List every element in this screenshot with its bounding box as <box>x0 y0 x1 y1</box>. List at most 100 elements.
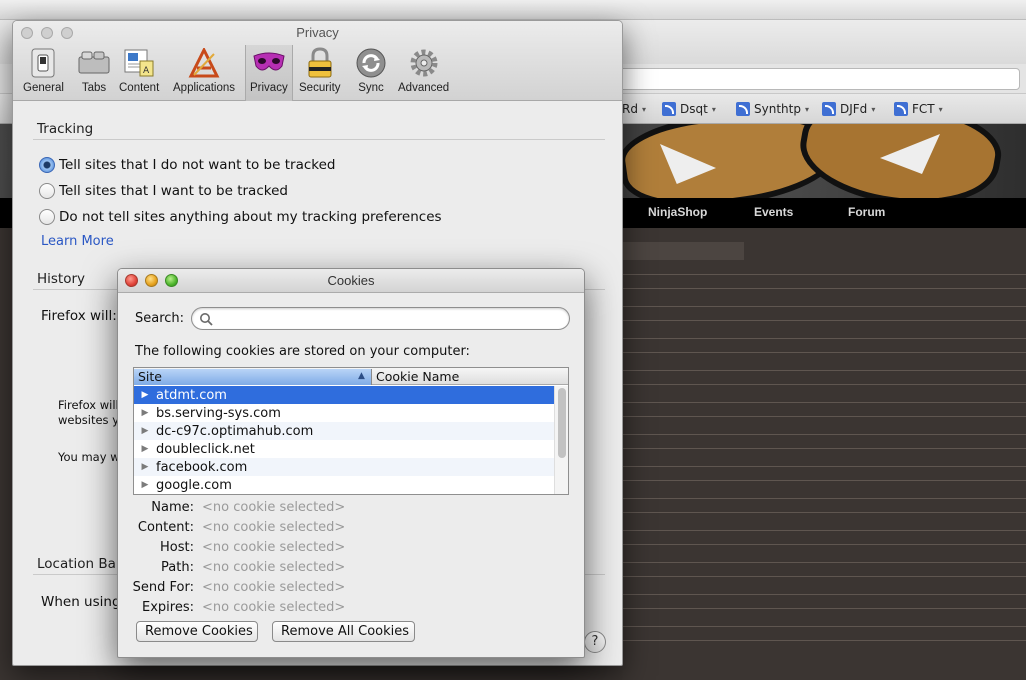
chevron-down-icon: ▾ <box>804 104 809 114</box>
firefox-will-label: Firefox will: <box>41 308 117 324</box>
tab-label: Privacy <box>250 82 288 94</box>
tab-content[interactable]: A Content <box>119 47 159 94</box>
search-field[interactable] <box>191 307 570 330</box>
help-button[interactable]: ? <box>584 631 606 653</box>
table-row[interactable]: ▶ bs.serving-sys.com <box>134 404 554 422</box>
radio-track[interactable]: Tell sites that I want to be tracked <box>39 183 288 199</box>
lock-icon <box>303 47 337 79</box>
nav-link-ninjashop[interactable]: NinjaShop <box>648 205 707 219</box>
radio-no-preference[interactable]: Do not tell sites anything about my trac… <box>39 209 442 225</box>
location-bar-heading: Location Bar <box>37 556 122 572</box>
detail-value: <no cookie selected> <box>202 560 346 575</box>
nav-link-events[interactable]: Events <box>754 205 793 219</box>
radio-do-not-track[interactable]: Tell sites that I do not want to be trac… <box>39 157 335 173</box>
detail-value: <no cookie selected> <box>202 540 346 555</box>
history-description-text: websites yo <box>58 413 118 427</box>
bookmark-label: Synthtp <box>754 102 801 116</box>
tab-security[interactable]: Security <box>299 47 341 94</box>
table-row[interactable]: ▶ facebook.com <box>134 458 554 476</box>
tab-general[interactable]: General <box>23 47 64 94</box>
chevron-down-icon: ▾ <box>641 104 646 114</box>
detail-label: Path: <box>161 560 194 575</box>
tab-label: Applications <box>173 82 236 94</box>
url-field[interactable] <box>600 68 1020 90</box>
site-name: dc-c97c.optimahub.com <box>156 423 314 439</box>
bookmark-fct[interactable]: FCT ▾ <box>894 102 943 116</box>
remove-cookies-button[interactable]: Remove Cookies <box>136 621 258 642</box>
chevron-down-icon: ▾ <box>938 104 943 114</box>
disclosure-triangle-icon[interactable]: ▶ <box>134 480 156 490</box>
disclosure-triangle-icon[interactable]: ▶ <box>134 390 156 400</box>
bookmark-label: FCT <box>912 102 935 116</box>
column-header-site[interactable]: Site ▲ <box>134 369 372 385</box>
detail-host: Host: <no cookie selected> <box>118 540 578 558</box>
detail-label: Host: <box>160 540 194 555</box>
tab-tabs[interactable]: Tabs <box>77 47 111 94</box>
cookie-table: Site ▲ Cookie Name ▶ atdmt.com ▶ bs.serv… <box>133 367 569 495</box>
rss-feed-icon <box>736 102 750 116</box>
nav-link-forum[interactable]: Forum <box>848 205 885 219</box>
cookies-description: The following cookies are stored on your… <box>135 344 470 359</box>
radio-label: Tell sites that I do not want to be trac… <box>59 157 336 173</box>
table-row[interactable]: ▶ dc-c97c.optimahub.com <box>134 422 554 440</box>
learn-more-link[interactable]: Learn More <box>41 234 114 249</box>
dialog-title: Cookies <box>327 273 375 288</box>
radio-button[interactable] <box>39 209 55 225</box>
remove-all-cookies-button[interactable]: Remove All Cookies <box>272 621 415 642</box>
applications-icon <box>187 47 221 79</box>
tab-advanced[interactable]: Advanced <box>398 47 449 94</box>
disclosure-triangle-icon[interactable]: ▶ <box>134 444 156 454</box>
search-input[interactable] <box>216 311 556 327</box>
detail-send-for: Send For: <no cookie selected> <box>118 580 578 598</box>
site-search-box[interactable] <box>604 242 744 260</box>
tab-label: General <box>23 82 64 94</box>
table-row[interactable]: ▶ atdmt.com <box>134 386 554 404</box>
rss-feed-icon <box>662 102 676 116</box>
disclosure-triangle-icon[interactable]: ▶ <box>134 408 156 418</box>
sort-ascending-icon: ▲ <box>358 371 365 381</box>
table-header: Site ▲ Cookie Name <box>134 368 568 385</box>
sync-icon <box>354 47 388 79</box>
tabs-icon <box>77 47 111 79</box>
detail-value: <no cookie selected> <box>202 580 346 595</box>
disclosure-triangle-icon[interactable]: ▶ <box>134 426 156 436</box>
tab-label: Sync <box>358 82 384 94</box>
chevron-down-icon: ▾ <box>871 104 876 114</box>
table-row[interactable]: ▶ google.com <box>134 476 554 494</box>
table-row[interactable]: ▶ doubleclick.net <box>134 440 554 458</box>
search-icon <box>199 312 213 326</box>
column-label: Site <box>138 369 162 384</box>
bookmark-synthtp[interactable]: Synthtp ▾ <box>736 102 809 116</box>
column-header-cookie-name[interactable]: Cookie Name <box>372 369 568 385</box>
tracking-heading: Tracking <box>37 121 94 137</box>
bookmark-djfd[interactable]: DJFd ▾ <box>822 102 875 116</box>
browser-title-bar <box>0 0 1026 20</box>
tab-sync[interactable]: Sync <box>354 47 388 94</box>
detail-expires: Expires: <no cookie selected> <box>118 600 578 618</box>
column-label: Cookie Name <box>376 369 460 384</box>
table-scrollbar[interactable] <box>554 386 568 494</box>
radio-button[interactable] <box>39 183 55 199</box>
cookies-dialog: Cookies Search: The following cookies ar… <box>117 268 585 658</box>
prefs-title-bar: Privacy General Tabs A Content Applicati… <box>13 21 622 101</box>
radio-label: Tell sites that I want to be tracked <box>59 183 288 199</box>
disclosure-triangle-icon[interactable]: ▶ <box>134 462 156 472</box>
switch-icon <box>26 47 60 79</box>
tab-applications[interactable]: Applications <box>173 47 235 94</box>
bookmark-dsqt[interactable]: Dsqt ▾ <box>662 102 716 116</box>
tab-label: Security <box>299 82 341 94</box>
detail-value: <no cookie selected> <box>202 520 346 535</box>
radio-button-selected[interactable] <box>39 157 55 173</box>
detail-label: Content: <box>137 520 194 535</box>
when-using-label: When using <box>41 594 121 610</box>
detail-content: Content: <no cookie selected> <box>118 520 578 538</box>
bookmark-rd[interactable]: Rd ▾ <box>622 102 646 116</box>
chevron-down-icon: ▾ <box>711 104 716 114</box>
scrollbar-thumb[interactable] <box>558 388 566 458</box>
detail-label: Send For: <box>132 580 194 595</box>
tab-label: Content <box>119 82 160 94</box>
mask-icon <box>252 47 286 79</box>
tab-privacy[interactable]: Privacy <box>245 45 293 101</box>
detail-value: <no cookie selected> <box>202 500 346 515</box>
detail-label: Name: <box>151 500 194 515</box>
